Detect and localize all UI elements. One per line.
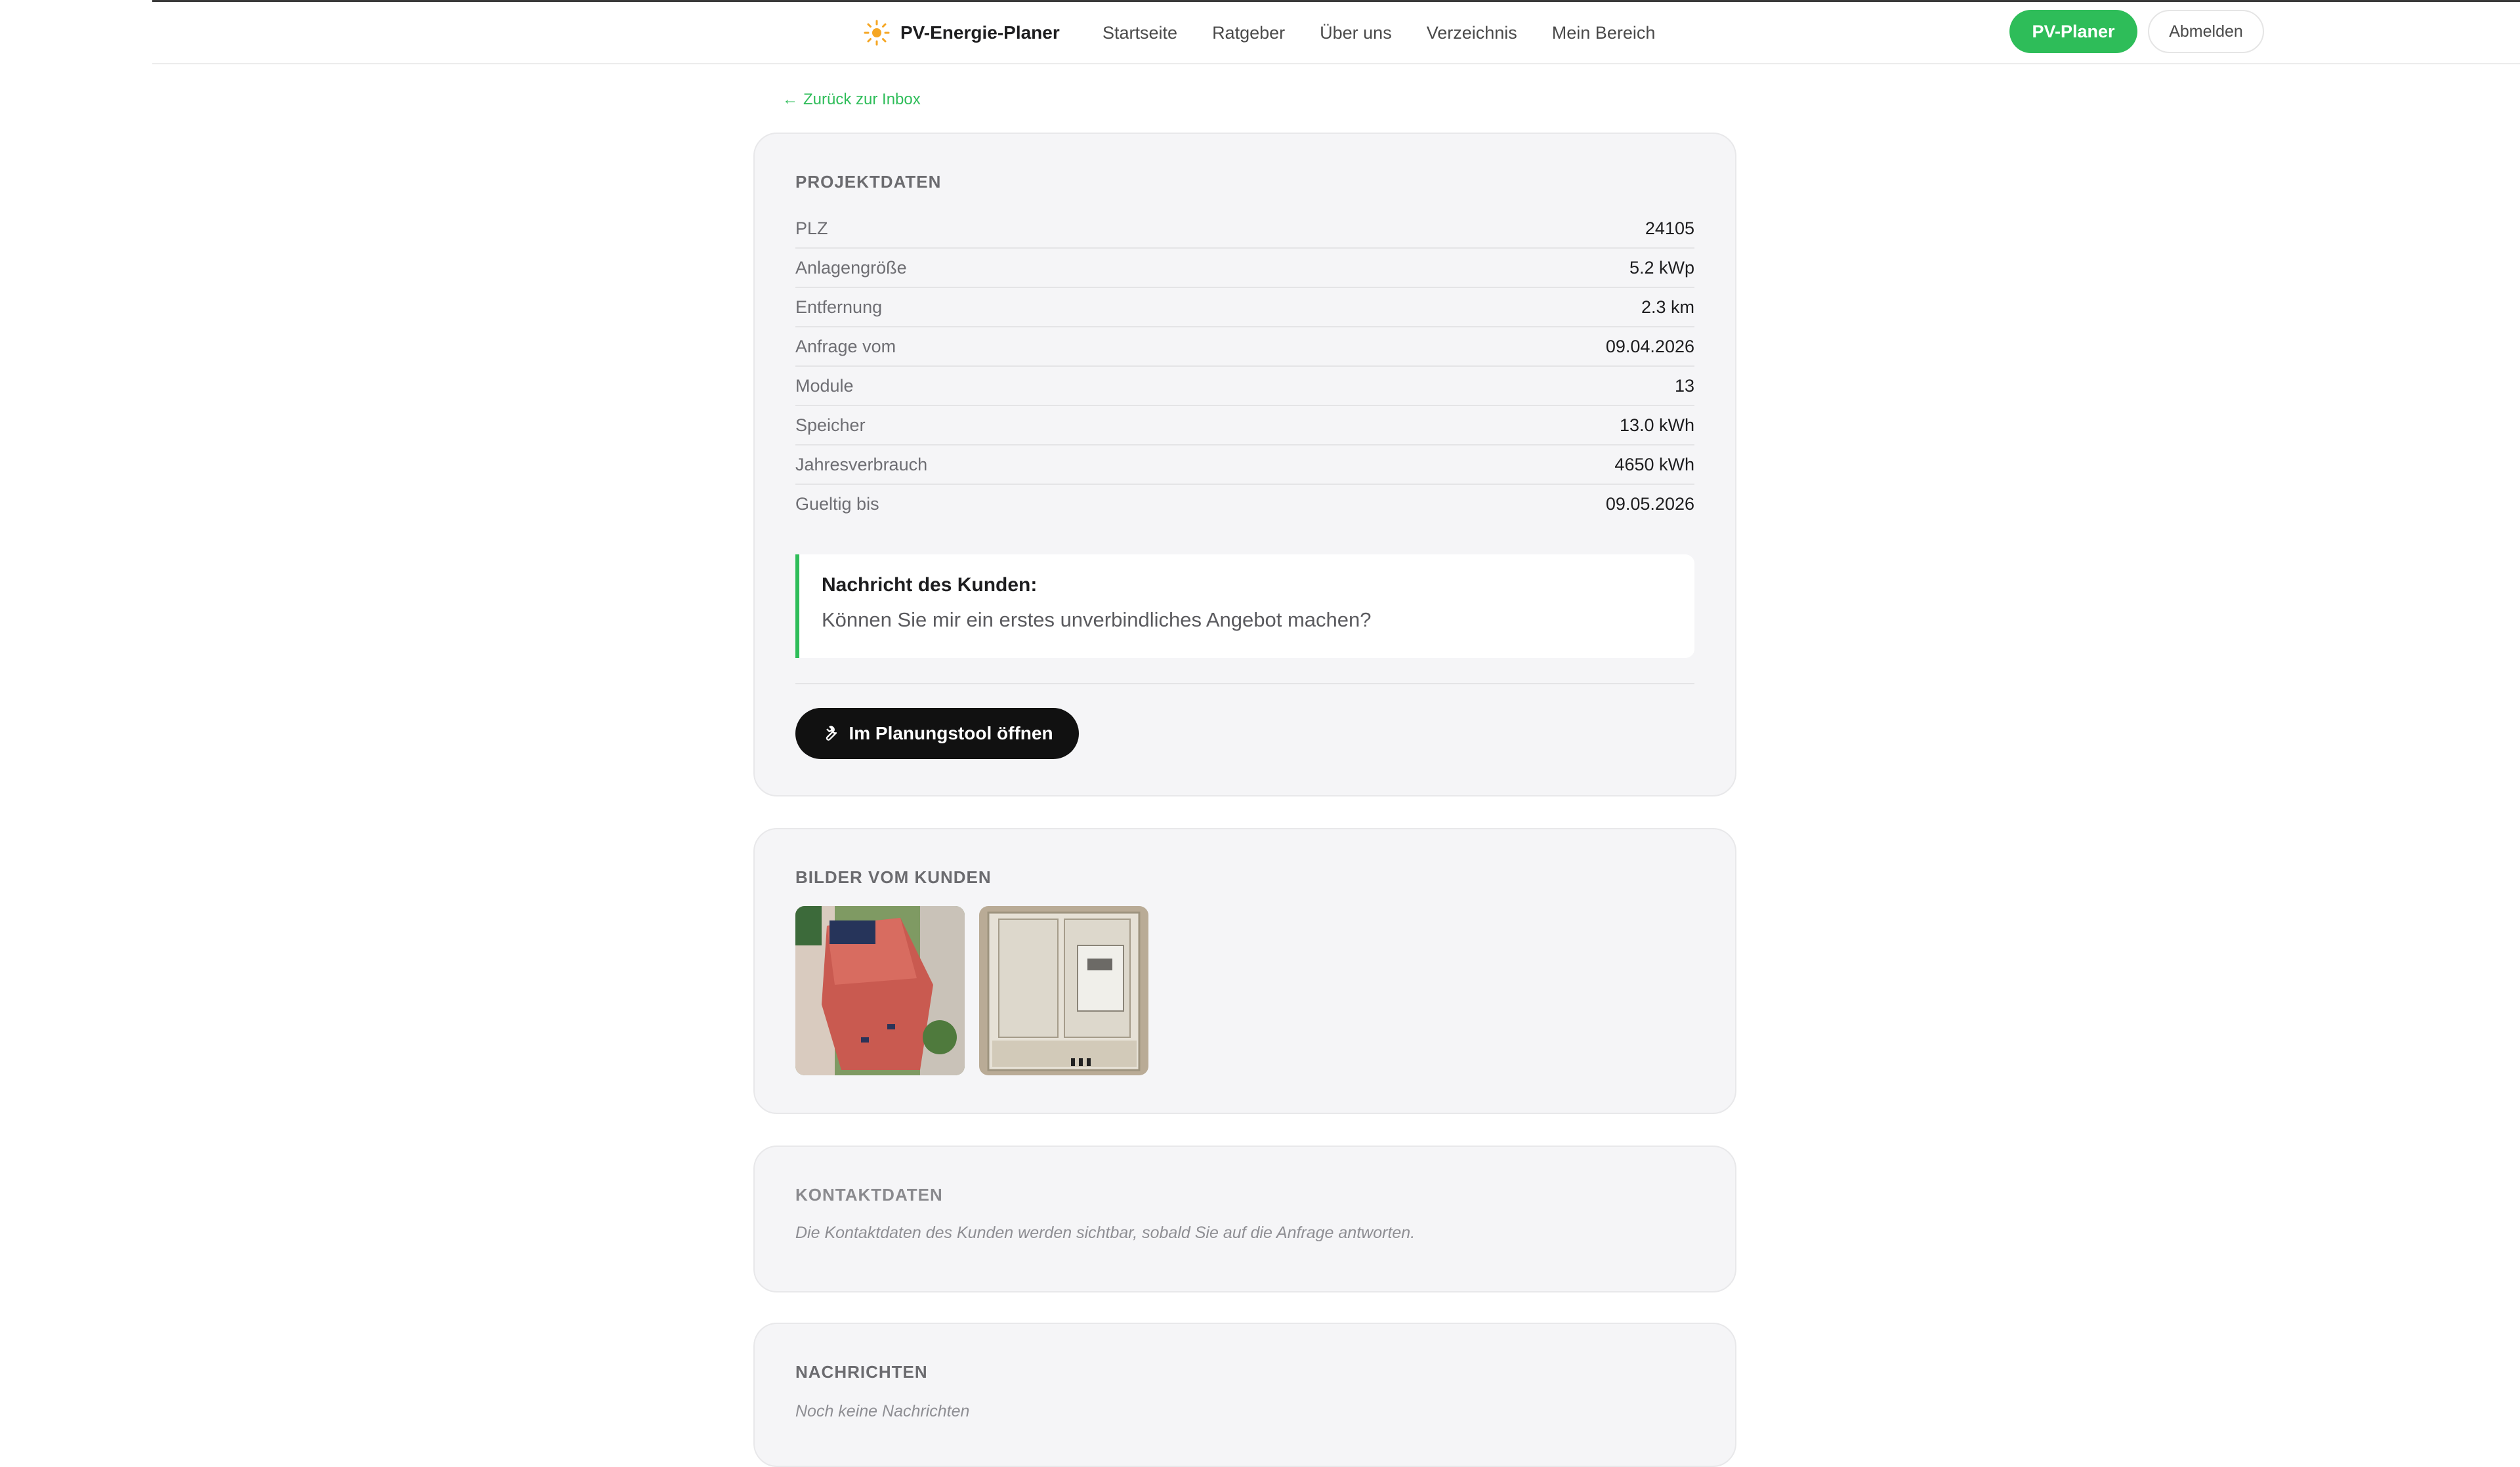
site-header: PV-Energie-Planer Startseite Ratgeber Üb… — [152, 2, 2520, 64]
nav-mein-bereich[interactable]: Mein Bereich — [1552, 23, 1656, 43]
row-label: Gueltig bis — [795, 493, 879, 514]
divider — [795, 683, 1694, 684]
contact-data-card: KONTAKTDATEN Die Kontaktdaten des Kunden… — [753, 1146, 1736, 1292]
customer-message-title: Nachricht des Kunden: — [822, 574, 1038, 596]
data-row: Gueltig bis 09.05.2026 — [795, 485, 1694, 523]
open-planning-tool-button[interactable]: Im Planungstool öffnen — [795, 708, 1079, 759]
logo[interactable]: PV-Energie-Planer — [864, 18, 1060, 48]
row-value: 24105 — [1645, 218, 1694, 238]
back-to-inbox-link[interactable]: ← Zurück zur Inbox — [782, 91, 921, 109]
data-row: Module 13 — [795, 367, 1694, 406]
messages-card: NACHRICHTEN Noch keine Nachrichten — [753, 1323, 1736, 1467]
data-row: Entfernung 2.3 km — [795, 288, 1694, 327]
data-row: Jahresverbrauch 4650 kWh — [795, 445, 1694, 485]
meter-cabinet-graphic — [979, 906, 1148, 1075]
contact-data-hint: Die Kontaktdaten des Kunden werden sicht… — [795, 1224, 1416, 1242]
project-data-list: PLZ 24105 Anlagengröße 5.2 kWp Entfernun… — [795, 209, 1694, 523]
wrench-icon — [826, 726, 837, 741]
project-data-card: PROJEKTDATEN PLZ 24105 Anlagengröße 5.2 … — [753, 133, 1736, 796]
row-value: 09.04.2026 — [1605, 336, 1694, 356]
brand-name: PV-Energie-Planer — [900, 22, 1060, 43]
row-value: 09.05.2026 — [1605, 493, 1694, 514]
customer-message: Nachricht des Kunden: Können Sie mir ein… — [795, 554, 1694, 658]
nav-verzeichnis[interactable]: Verzeichnis — [1427, 23, 1517, 43]
customer-message-body: Können Sie mir ein erstes unverbindliche… — [822, 608, 1372, 631]
row-label: Anfrage vom — [795, 336, 896, 356]
data-row: Anfrage vom 09.04.2026 — [795, 327, 1694, 367]
customer-images-title: BILDER VOM KUNDEN — [795, 867, 992, 887]
pv-planer-button[interactable]: PV-Planer — [2009, 10, 2137, 53]
open-planning-tool-label: Im Planungstool öffnen — [849, 723, 1053, 743]
data-row: Anlagengröße 5.2 kWp — [795, 249, 1694, 288]
row-value: 5.2 kWp — [1629, 257, 1694, 278]
row-value: 2.3 km — [1641, 297, 1694, 317]
sun-icon — [864, 20, 890, 46]
row-label: Entfernung — [795, 297, 883, 317]
arrow-left-icon: ← — [782, 91, 798, 108]
messages-hint: Noch keine Nachrichten — [795, 1402, 970, 1420]
customer-images-card: BILDER VOM KUNDEN — [753, 828, 1736, 1114]
row-label: Module — [795, 375, 854, 396]
nav-ratgeber[interactable]: Ratgeber — [1212, 23, 1285, 43]
row-value: 13 — [1674, 375, 1694, 396]
meter-cabinet-image[interactable] — [979, 906, 1148, 1075]
row-value: 13.0 kWh — [1619, 415, 1694, 435]
project-data-title: PROJEKTDATEN — [795, 172, 942, 192]
image-thumbnails — [795, 906, 1694, 1075]
row-label: Jahresverbrauch — [795, 454, 928, 474]
nav-ueber-uns[interactable]: Über uns — [1320, 23, 1392, 43]
nav-startseite[interactable]: Startseite — [1102, 23, 1177, 43]
row-label: Anlagengröße — [795, 257, 907, 278]
roof-aerial-image[interactable] — [795, 906, 965, 1075]
contact-data-title: KONTAKTDATEN — [795, 1185, 943, 1205]
row-label: Speicher — [795, 415, 866, 435]
logout-button[interactable]: Abmelden — [2148, 10, 2264, 53]
data-row: PLZ 24105 — [795, 209, 1694, 249]
row-value: 4650 kWh — [1614, 454, 1694, 474]
data-row: Speicher 13.0 kWh — [795, 406, 1694, 445]
messages-title: NACHRICHTEN — [795, 1362, 928, 1382]
row-label: PLZ — [795, 218, 828, 238]
main-nav: Startseite Ratgeber Über uns Verzeichnis… — [1102, 18, 1690, 48]
back-link-label: Zurück zur Inbox — [803, 91, 921, 108]
roof-aerial-graphic — [795, 906, 965, 1075]
